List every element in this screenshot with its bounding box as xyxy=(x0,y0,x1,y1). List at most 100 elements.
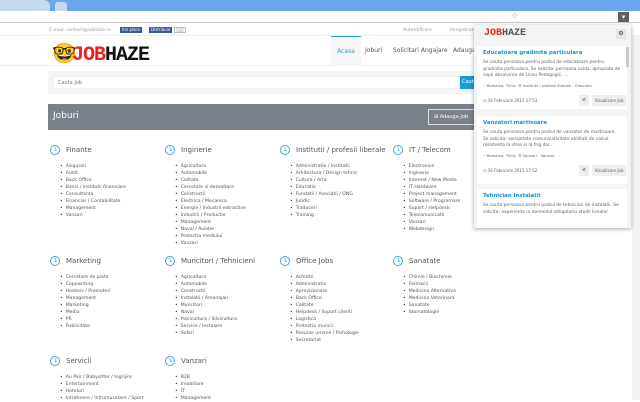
category-link[interactable]: Resurse umane / Psihologie xyxy=(290,330,395,337)
category-link[interactable]: Secretariat xyxy=(290,337,395,344)
category-link[interactable]: Management xyxy=(175,219,280,226)
search-input[interactable] xyxy=(53,76,460,89)
category-link[interactable]: Logistica xyxy=(290,316,395,323)
category-link[interactable]: Financiar / Contabilitate xyxy=(60,198,165,205)
category-link[interactable]: Hostess / Promoteri xyxy=(60,288,165,295)
category-title[interactable]: Sanatate xyxy=(409,257,441,265)
category-title[interactable]: Vanzari xyxy=(181,357,207,365)
category-link[interactable]: Educatie xyxy=(290,184,395,191)
email-contact[interactable]: E-mail: contact@jobhaze.ro xyxy=(49,28,111,33)
category-title[interactable]: Muncitori / Tehnicieni xyxy=(181,257,255,265)
category-link[interactable]: Administrativ xyxy=(290,281,395,288)
category-link[interactable]: Copywriting xyxy=(60,281,165,288)
category-link[interactable]: Administratie / Institutii xyxy=(290,163,395,170)
new-tab-button[interactable] xyxy=(55,2,67,11)
category-link[interactable]: Constructii xyxy=(175,288,280,295)
category-link[interactable]: Intretinere / Infrumusetare / Sport xyxy=(60,395,165,402)
category-link[interactable]: Fundatii / Asociatii / ONG xyxy=(290,191,395,198)
category-link[interactable]: Agricultura xyxy=(175,163,280,170)
register-link[interactable]: Inregistrare xyxy=(450,28,476,33)
category-link[interactable]: Instalatii / Amenajari xyxy=(175,295,280,302)
category-link[interactable]: Banci / Institutii financiare xyxy=(60,184,165,191)
nav-solicitari[interactable]: Solicitari Angajare xyxy=(393,36,448,66)
category-title[interactable]: Servicii xyxy=(66,357,91,365)
category-link[interactable]: Asigurari xyxy=(60,163,165,170)
job-title[interactable]: Tehnician Instalatii xyxy=(483,193,621,199)
category-link[interactable]: Service / Instalare xyxy=(175,323,280,330)
category-link[interactable]: Farmacii xyxy=(403,281,508,288)
category-link[interactable]: Constructii xyxy=(175,191,280,198)
category-link[interactable]: Audit xyxy=(60,170,165,177)
category-link[interactable]: Energie / Industrii extractive xyxy=(175,205,280,212)
category-link[interactable]: Medicina Alternativa xyxy=(403,288,508,295)
category-link[interactable]: Chimie / Biochimie xyxy=(403,274,508,281)
category-link[interactable]: Soferi xyxy=(175,330,280,337)
share-icon[interactable]: ⋞ xyxy=(579,164,589,176)
category-link[interactable]: Vanzari xyxy=(60,212,165,219)
category-link[interactable]: Agricultura xyxy=(175,274,280,281)
nav-acasa[interactable]: Acasa xyxy=(331,36,361,66)
category-link[interactable]: Stomatologie xyxy=(403,309,508,316)
category-link[interactable]: Achizitii xyxy=(290,274,395,281)
job-title[interactable]: Vanzatori martisoare xyxy=(483,120,621,126)
category-link[interactable]: Management xyxy=(60,295,165,302)
address-bar[interactable] xyxy=(0,11,640,23)
category-link[interactable]: Naval xyxy=(175,309,280,316)
nav-joburi[interactable]: Joburi xyxy=(365,36,382,66)
category-link[interactable]: Consultanta xyxy=(60,191,165,198)
category-link[interactable]: Protectia mediului xyxy=(175,233,280,240)
category-title[interactable]: Office Jobs xyxy=(296,257,333,265)
category-link[interactable]: Media xyxy=(60,309,165,316)
page-scrollbar[interactable] xyxy=(632,36,640,400)
category-link[interactable]: Au Pair / Babysitter / Ingrijire xyxy=(60,374,165,381)
category-link[interactable]: Back Office xyxy=(290,295,395,302)
category-link[interactable]: Publicitate xyxy=(60,323,165,330)
category-link[interactable]: Cultura / Arta xyxy=(290,177,395,184)
fb-like-button[interactable]: Imi place xyxy=(120,27,143,33)
category-link[interactable]: Muncitori xyxy=(175,302,280,309)
category-link[interactable]: Cercetare si dezvoltare xyxy=(175,184,280,191)
category-link[interactable]: Arhitectura / Design tehnic xyxy=(290,170,395,177)
category-link[interactable]: Imobiliare xyxy=(175,381,280,388)
gear-icon[interactable]: ⚙ xyxy=(616,29,626,39)
category-title[interactable]: Marketing xyxy=(66,257,101,265)
category-link[interactable]: Automobile xyxy=(175,170,280,177)
site-logo[interactable]: 🤓JOBHAZE xyxy=(52,41,150,67)
category-title[interactable]: Institutii / profesii liberale xyxy=(296,146,386,154)
category-link[interactable]: Piscicultura / Silvicultura xyxy=(175,316,280,323)
category-title[interactable]: Inginerie xyxy=(181,146,212,154)
view-job-button[interactable]: Vizualizare Job xyxy=(592,94,626,106)
category-link[interactable]: Cercetare de piata xyxy=(60,274,165,281)
category-link[interactable]: Naval / Aviatie xyxy=(175,226,280,233)
jobhaze-extension-icon[interactable]: ▾ xyxy=(618,12,629,22)
category-link[interactable]: Protectia muncii xyxy=(290,323,395,330)
category-link[interactable]: Aprovizionare xyxy=(290,288,395,295)
category-link[interactable]: PR xyxy=(60,316,165,323)
star-icon[interactable]: ☆ xyxy=(511,11,518,20)
category-link[interactable]: Management xyxy=(60,205,165,212)
category-link[interactable]: Hoteluri xyxy=(60,388,165,395)
category-link[interactable]: Electrica / Mecanica xyxy=(175,198,280,205)
category-link[interactable]: Management xyxy=(175,395,280,402)
category-link[interactable]: Back Office xyxy=(60,177,165,184)
category-link[interactable]: Helpdesk / Suport clienti xyxy=(290,309,395,316)
category-link[interactable]: Sanatate xyxy=(403,302,508,309)
category-link[interactable]: Calitate xyxy=(290,302,395,309)
category-link[interactable]: Juridic xyxy=(290,198,395,205)
category-link[interactable]: Marketing xyxy=(60,302,165,309)
category-link[interactable]: Training xyxy=(290,212,395,219)
job-title[interactable]: Educatoare gradinita particulara xyxy=(483,50,621,56)
category-link[interactable]: Medicina Veterinara xyxy=(403,295,508,302)
category-link[interactable]: Automobile xyxy=(175,281,280,288)
category-title[interactable]: Finante xyxy=(66,146,92,154)
category-title[interactable]: IT / Telecom xyxy=(409,146,451,154)
login-link[interactable]: Autentificare xyxy=(403,28,432,33)
category-link[interactable]: B2B xyxy=(175,374,280,381)
category-link[interactable]: Calitate xyxy=(175,177,280,184)
fb-share-button[interactable]: Distribuie xyxy=(149,27,173,33)
browser-tab[interactable] xyxy=(0,0,50,11)
category-link[interactable]: Industrii / Productie xyxy=(175,212,280,219)
view-job-button[interactable]: Vizualizare Job xyxy=(592,164,626,176)
share-icon[interactable]: ⋞ xyxy=(579,94,589,106)
popup-scrollbar[interactable] xyxy=(626,47,629,67)
